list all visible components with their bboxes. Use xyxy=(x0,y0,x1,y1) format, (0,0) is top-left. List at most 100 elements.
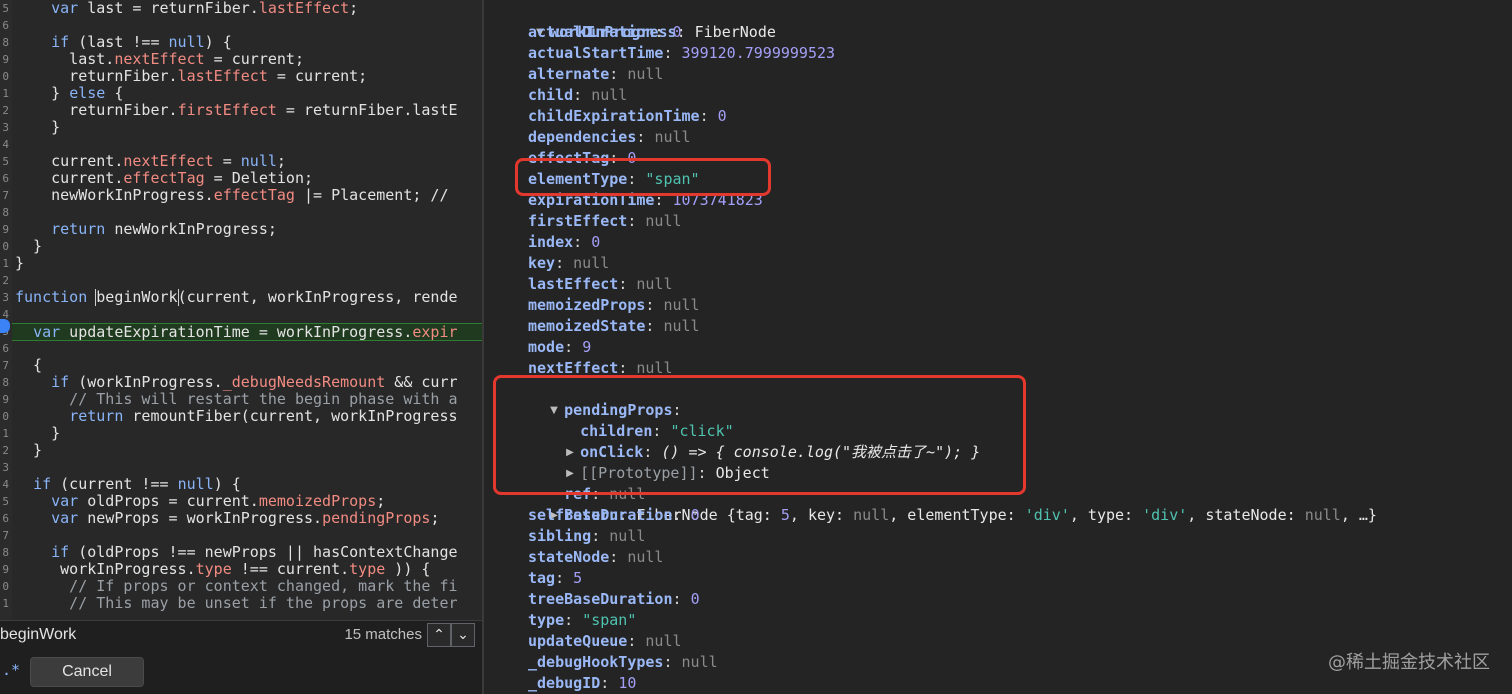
property-row[interactable]: dependencies: null xyxy=(528,127,691,148)
code-token: ; xyxy=(349,0,359,17)
property-value: null xyxy=(654,128,691,146)
property-row[interactable]: lastEffect: null xyxy=(528,274,673,295)
code-token: remountFiber(current, workInProgress xyxy=(123,408,458,425)
property-row[interactable]: actualStartTime: 399120.7999999523 xyxy=(528,43,835,64)
code-line[interactable]: } xyxy=(15,119,482,136)
search-input[interactable] xyxy=(0,625,320,645)
code-line[interactable]: workInProgress.type !== current.type )) … xyxy=(15,561,482,578)
property-value: "span" xyxy=(582,611,637,629)
property-value: null xyxy=(627,548,664,566)
property-row[interactable]: effectTag: 0 xyxy=(528,148,636,169)
code-line[interactable]: } xyxy=(15,238,482,255)
code-token: memoizedProps xyxy=(258,493,377,510)
code-token: } xyxy=(15,238,43,255)
code-token: (oldProps !== newProps || hasContextChan… xyxy=(69,544,458,561)
property-row[interactable]: memoizedState: null xyxy=(528,316,700,337)
code-token: } xyxy=(15,425,61,442)
code-line[interactable]: { xyxy=(15,357,482,374)
property-value: 399120.7999999523 xyxy=(681,44,836,62)
property-row[interactable]: _debugID: 10 xyxy=(528,673,636,694)
code-line[interactable]: } else { xyxy=(15,85,482,102)
code-line[interactable]: current.nextEffect = null; xyxy=(15,153,482,170)
code-line[interactable]: // If props or context changed, mark the… xyxy=(15,578,482,595)
cancel-button[interactable]: Cancel xyxy=(30,657,144,687)
tree-root-workinprogress[interactable]: ▼ workInProgress: FiberNode xyxy=(500,1,776,41)
next-match-button[interactable]: ⌄ xyxy=(451,623,475,647)
code-token: } xyxy=(15,85,70,102)
code-line[interactable]: if (workInProgress._debugNeedsRemount &&… xyxy=(15,374,482,391)
tree-node-pendingprops[interactable]: ▼ pendingProps: xyxy=(514,379,681,419)
property-row[interactable]: memoizedProps: null xyxy=(528,295,700,316)
code-line[interactable]: returnFiber.firstEffect = returnFiber.la… xyxy=(15,102,482,119)
property-row[interactable]: actualDuration: 0 xyxy=(528,22,682,43)
property-row[interactable]: mode: 9 xyxy=(528,337,591,358)
code-token: effectTag xyxy=(213,187,295,204)
code-editor[interactable]: var last = returnFiber.lastEffect; if (l… xyxy=(0,0,482,620)
tree-node-onclick[interactable]: ▶ onClick: () => { console.log("我被点击了~");… xyxy=(530,421,980,461)
property-row[interactable]: alternate: null xyxy=(528,64,663,85)
code-line[interactable]: return remountFiber(current, workInProgr… xyxy=(15,408,482,425)
property-row[interactable]: type: "span" xyxy=(528,610,636,631)
code-line[interactable]: newWorkInProgress.effectTag |= Placement… xyxy=(15,187,482,204)
property-value: 10 xyxy=(618,674,637,692)
property-row[interactable]: children: "click" xyxy=(544,400,734,440)
property-row[interactable]: child: null xyxy=(528,85,627,106)
property-row[interactable]: nextEffect: null xyxy=(528,358,673,379)
code-line[interactable]: last.nextEffect = current; xyxy=(15,51,482,68)
property-value: 0 xyxy=(672,23,682,41)
previous-match-button[interactable]: ⌃ xyxy=(427,623,451,647)
chevron-up-icon: ⌃ xyxy=(433,627,445,643)
property-row[interactable]: stateNode: null xyxy=(528,547,663,568)
property-row[interactable]: expirationTime: 1073741823 xyxy=(528,190,763,211)
property-value: null xyxy=(591,86,628,104)
code-line[interactable]: } xyxy=(15,442,482,459)
code-token: (workInProgress. xyxy=(69,374,223,391)
code-token: type xyxy=(349,561,386,578)
property-key: selfBaseDuration xyxy=(528,506,673,524)
code-line[interactable]: // This may be unset if the props are de… xyxy=(15,595,482,612)
code-line[interactable]: if (oldProps !== newProps || hasContextC… xyxy=(15,544,482,561)
property-row[interactable]: elementType: "span" xyxy=(528,169,700,190)
code-line[interactable]: if (current !== null) { xyxy=(15,476,482,493)
code-token: function xyxy=(15,289,88,306)
code-token: { xyxy=(15,357,43,374)
property-row[interactable]: key: null xyxy=(528,253,609,274)
property-value: 0 xyxy=(717,107,727,125)
property-row[interactable]: updateQueue: null xyxy=(528,631,682,652)
property-row[interactable]: firstEffect: null xyxy=(528,211,682,232)
match-count: 15 matches xyxy=(344,626,422,643)
property-row[interactable]: childExpirationTime: 0 xyxy=(528,106,727,127)
property-row[interactable]: index: 0 xyxy=(528,232,600,253)
code-line[interactable]: var oldProps = current.memoizedProps; xyxy=(15,493,482,510)
tree-node-return[interactable]: ▶ return: FiberNode {tag: 5, key: null, e… xyxy=(514,484,1377,524)
property-row[interactable]: tag: 5 xyxy=(528,568,582,589)
code-token: null xyxy=(168,34,205,51)
tree-node-prototype[interactable]: ▶ [[Prototype]]: Object xyxy=(530,442,770,482)
code-token: lastEffect xyxy=(177,68,268,85)
property-key: lastEffect xyxy=(528,275,619,293)
code-line[interactable]: if (last !== null) { xyxy=(15,34,482,51)
code-line[interactable]: // This will restart the begin phase wit… xyxy=(15,391,482,408)
property-key: mode xyxy=(528,338,565,356)
code-token: newProps = workInProgress. xyxy=(78,510,323,527)
execution-line[interactable]: var updateExpirationTime = workInProgres… xyxy=(12,323,482,341)
property-row[interactable]: ref: null xyxy=(528,463,645,503)
property-row[interactable]: sibling: null xyxy=(528,526,645,547)
code-line[interactable]: returnFiber.lastEffect = current; xyxy=(15,68,482,85)
regex-toggle[interactable]: .* xyxy=(2,661,20,679)
property-row[interactable]: treeBaseDuration: 0 xyxy=(528,589,700,610)
code-token: ) { xyxy=(204,34,232,51)
code-line[interactable]: return newWorkInProgress; xyxy=(15,221,482,238)
property-row[interactable]: _debugHookTypes: null xyxy=(528,652,718,673)
code-line[interactable]: current.effectTag = Deletion; xyxy=(15,170,482,187)
code-token: (current !== xyxy=(51,476,178,493)
code-line[interactable]: } xyxy=(15,255,482,272)
code-line[interactable]: function beginWork(current, workInProgre… xyxy=(15,289,482,306)
code-line[interactable]: var last = returnFiber.lastEffect; xyxy=(15,0,482,17)
code-line[interactable]: var newProps = workInProgress.pendingPro… xyxy=(15,510,482,527)
property-row[interactable]: selfBaseDuration: 0 xyxy=(528,505,700,526)
code-token: lastEffect xyxy=(258,0,350,17)
search-bar: 15 matches ⌃ ⌄ xyxy=(0,620,482,649)
code-line[interactable]: } xyxy=(15,425,482,442)
